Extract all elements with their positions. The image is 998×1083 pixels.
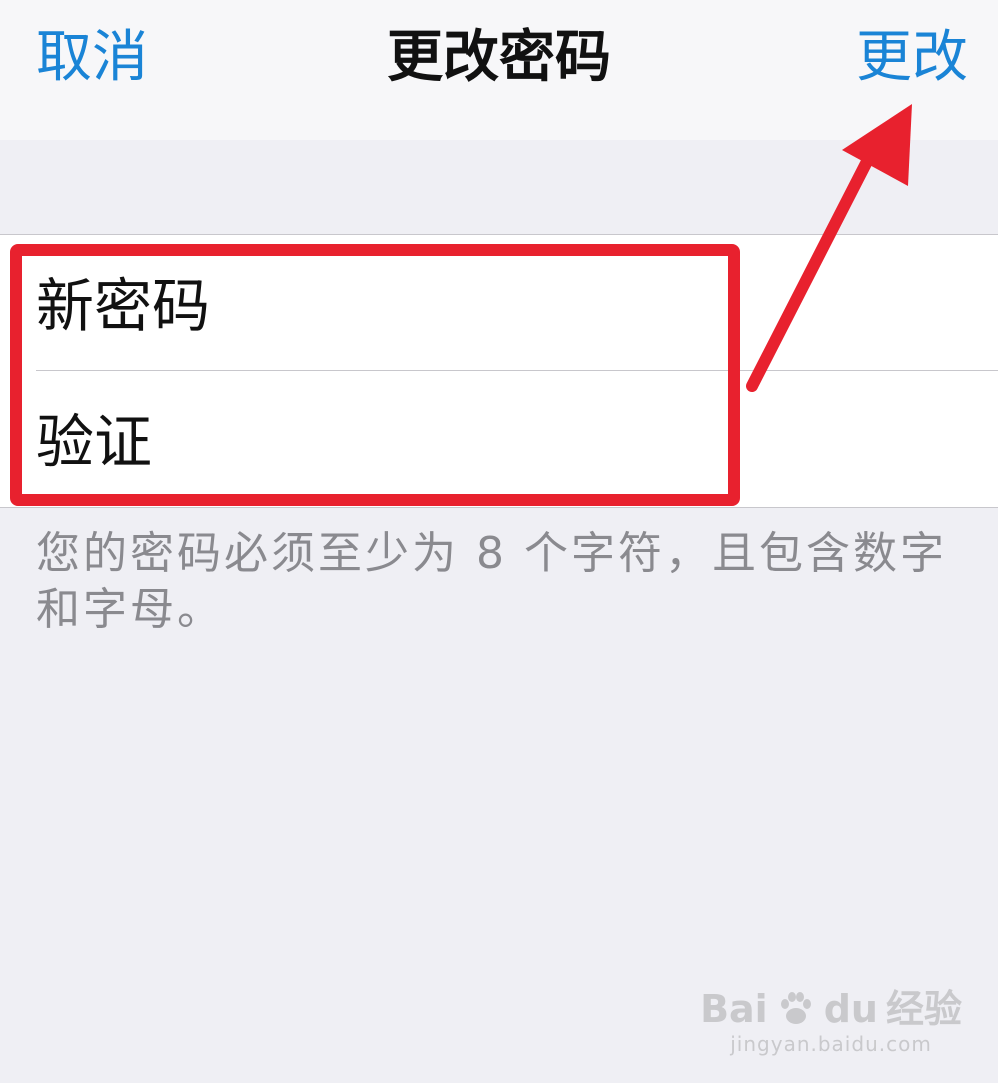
verify-password-row[interactable]: 验证 bbox=[0, 371, 998, 507]
watermark-brand-right: du bbox=[823, 987, 878, 1031]
cancel-button[interactable]: 取消 bbox=[36, 24, 148, 92]
new-password-label: 新密码 bbox=[36, 272, 211, 340]
watermark-brand-cn: 经验 bbox=[885, 987, 962, 1031]
watermark-url: jingyan.baidu.com bbox=[730, 1032, 932, 1056]
page-title: 更改密码 bbox=[387, 25, 611, 90]
verify-label: 验证 bbox=[36, 408, 153, 476]
verify-password-input[interactable] bbox=[280, 401, 964, 479]
section-spacer bbox=[0, 140, 998, 234]
navigation-bar: 取消 更改密码 更改 bbox=[0, 0, 998, 140]
password-hint: 您的密码必须至少为 8 个字符，且包含数字和字母。 bbox=[36, 528, 947, 635]
paw-icon bbox=[780, 992, 811, 1024]
change-button[interactable]: 更改 bbox=[856, 24, 968, 92]
password-form: 新密码 验证 bbox=[0, 234, 998, 508]
new-password-row[interactable]: 新密码 bbox=[0, 235, 998, 371]
baidu-watermark: Bai du 经验 jingyan.baidu.com bbox=[700, 987, 962, 1057]
watermark-brand-left: Bai bbox=[700, 987, 768, 1031]
new-password-input[interactable] bbox=[280, 265, 964, 343]
